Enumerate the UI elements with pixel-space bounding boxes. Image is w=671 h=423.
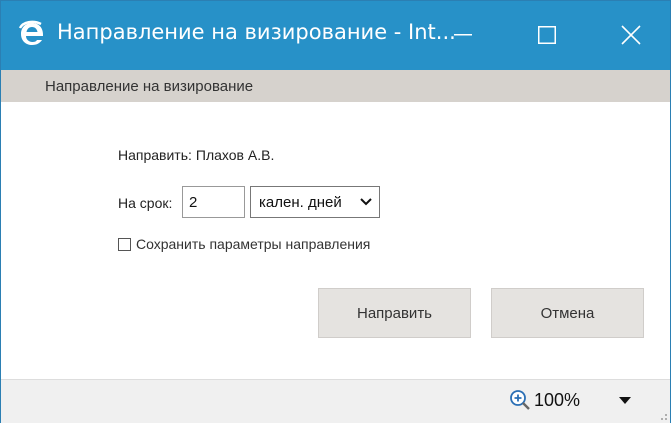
zoom-in-icon <box>510 390 530 410</box>
zoom-dropdown-icon[interactable] <box>619 397 631 404</box>
save-params-checkbox[interactable] <box>118 237 131 251</box>
close-button[interactable] <box>609 15 653 55</box>
dialog-window: Направление на визирование - Int... Напр… <box>0 0 671 423</box>
cancel-button[interactable]: Отмена <box>491 288 644 338</box>
save-params-row[interactable]: Сохранить параметры направления <box>118 236 370 252</box>
dialog-header-text: Направление на визирование <box>45 77 254 95</box>
ie-icon <box>17 19 47 49</box>
submit-button[interactable]: Направить <box>318 288 471 338</box>
minimize-icon <box>454 34 472 36</box>
direct-to-row: Направить: Плахов А.В. <box>118 147 274 163</box>
close-icon <box>621 25 641 45</box>
term-input[interactable] <box>182 186 245 218</box>
minimize-button[interactable] <box>441 15 485 55</box>
title-bar[interactable]: Направление на визирование - Int... <box>1 1 670 70</box>
dialog-content: Направить:Плахов А.В. На срок: кален. дн… <box>1 102 670 378</box>
term-label: На срок: <box>118 195 173 211</box>
zoom-control[interactable]: 100% <box>509 389 580 411</box>
term-unit-select[interactable]: кален. дней <box>250 186 380 218</box>
direct-to-value: Плахов А.В. <box>195 147 275 163</box>
window-title: Направление на визирование - Int... <box>57 20 456 44</box>
status-bar: 100% <box>1 379 670 423</box>
save-params-label[interactable]: Сохранить параметры направления <box>136 236 370 252</box>
resize-grip-icon[interactable] <box>658 411 668 421</box>
direct-to-label: Направить: <box>118 147 192 163</box>
chevron-down-icon <box>360 198 372 206</box>
term-unit-value: кален. дней <box>259 193 342 211</box>
maximize-icon <box>538 26 556 44</box>
dialog-header: Направление на визирование <box>1 70 670 102</box>
maximize-button[interactable] <box>525 15 569 55</box>
zoom-level: 100% <box>534 389 581 410</box>
